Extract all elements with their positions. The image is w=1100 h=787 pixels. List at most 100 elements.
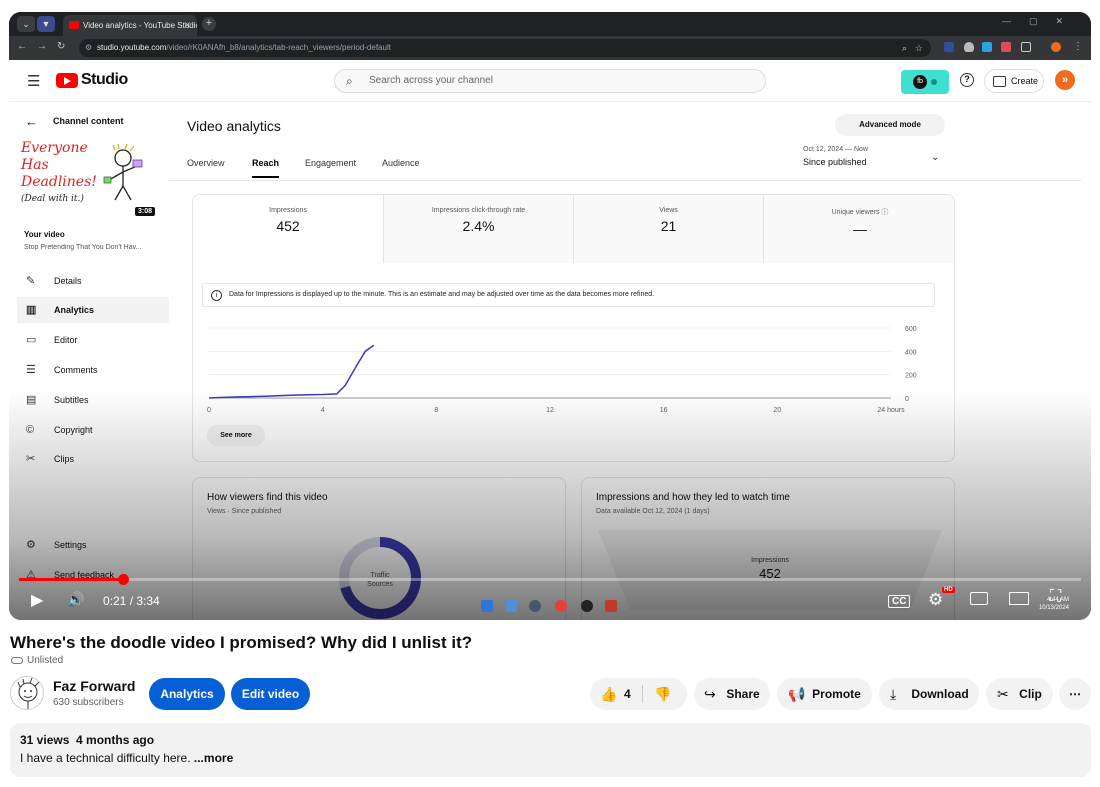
stick-figure-icon <box>103 144 143 201</box>
reload-icon[interactable]: ↻ <box>57 41 65 52</box>
sidebar-item-copyright[interactable]: © Copyright <box>17 417 169 443</box>
close-tab-icon[interactable]: ✕ <box>183 15 191 36</box>
more-actions-button[interactable]: ⋯ <box>1059 678 1091 710</box>
video-player[interactable]: ⌄ ▼ Video analytics - YouTube Studio ✕ +… <box>9 12 1091 620</box>
metric-value: 21 <box>660 218 677 234</box>
scissors-icon: ✂ <box>997 686 1009 702</box>
metric-label-text: Unique viewers <box>831 209 880 216</box>
settings-gear-icon[interactable]: ⚙ <box>928 590 943 610</box>
metric-unique-viewers[interactable]: Unique viewers ⓘ — <box>764 195 954 263</box>
sidebar-item-label: Analytics <box>54 305 95 315</box>
channel-name[interactable]: Faz Forward <box>53 678 135 694</box>
download-button[interactable]: ⤓ Download <box>879 678 979 710</box>
tab-audience[interactable]: Audience <box>382 158 420 176</box>
funnel-label: Impressions <box>751 557 789 564</box>
create-button[interactable]: Create <box>984 69 1044 93</box>
share-button[interactable]: ↪ Share <box>694 678 770 710</box>
site-info-icon[interactable]: ⚙ <box>85 39 92 57</box>
date-range-selector[interactable]: Since published <box>803 157 867 167</box>
sidebar-item-label: Copyright <box>54 425 93 435</box>
captions-icon[interactable]: CC <box>888 595 911 608</box>
description-box[interactable]: 31 views 4 months ago I have a technical… <box>10 723 1091 777</box>
download-label: Download <box>911 687 969 701</box>
address-bar[interactable]: ⚙ studio.youtube.com/video/rK0ANAfh_b8/a… <box>79 39 931 57</box>
view-count: 31 views <box>20 733 70 747</box>
sidebar-item-editor[interactable]: ▭ Editor <box>17 327 169 353</box>
feedback-icon: ⚠ <box>26 569 36 581</box>
sidebar-item-clips[interactable]: ✂ Clips <box>17 446 169 472</box>
subscriber-count: 630 subscribers <box>53 697 124 708</box>
clip-button[interactable]: ✂ Clip <box>986 678 1053 710</box>
analytics-icon: ▥ <box>26 304 37 316</box>
scrubber-handle[interactable] <box>118 574 130 585</box>
zoom-icon[interactable]: ⌕ <box>902 39 907 57</box>
bookmark-star-icon[interactable]: ☆ <box>915 39 923 57</box>
like-button[interactable]: 👍 <box>600 678 617 710</box>
extension-icon[interactable]: ▼ <box>37 16 55 32</box>
edit-video-button[interactable]: Edit video <box>231 678 310 710</box>
progress-bar-played <box>19 578 124 581</box>
forward-icon[interactable]: → <box>37 41 47 52</box>
chevron-down-icon[interactable]: ⌄ <box>931 152 939 163</box>
impressions-notice: i Data for Impressions is displayed up t… <box>202 283 935 307</box>
back-arrow-icon[interactable]: ← <box>25 114 38 129</box>
pocket-icon[interactable] <box>1001 42 1011 52</box>
channel-content-link[interactable]: Channel content <box>53 116 124 126</box>
sidebar-item-analytics[interactable]: ▥ Analytics <box>17 297 169 323</box>
tab-engagement[interactable]: Engagement <box>305 158 356 176</box>
show-more-link[interactable]: ...more <box>194 751 233 765</box>
browser-menu-icon[interactable]: ⋮ <box>1073 41 1083 52</box>
metric-label: Unique viewers ⓘ <box>764 207 954 217</box>
studio-logo-text[interactable]: Studio <box>81 71 128 89</box>
like-divider <box>642 685 643 703</box>
profile-icon[interactable] <box>1051 42 1061 52</box>
thumbnail-duration: 3:08 <box>134 207 155 216</box>
traffic-sources-donut[interactable]: Traffic Sources <box>330 528 430 620</box>
menu-icon[interactable]: ☰ <box>27 72 40 90</box>
impressions-line-chart[interactable]: 600 400 200 0 0 4 8 12 16 20 24 hours <box>201 320 941 420</box>
theater-mode-icon[interactable] <box>1009 592 1029 605</box>
sidebar-item-settings[interactable]: ⚙ Settings <box>17 532 169 558</box>
promote-button[interactable]: 📢 Promote <box>777 678 872 710</box>
video-thumbnail[interactable]: Everyone Has Deadlines! (Deal with it.) <box>21 140 155 218</box>
clip-label: Clip <box>1019 687 1042 701</box>
metric-views[interactable]: Views 21 <box>574 195 764 263</box>
browser-tab[interactable]: Video analytics - YouTube Studio ✕ <box>63 15 197 36</box>
advanced-mode-button[interactable]: Advanced mode <box>835 114 945 136</box>
x-tick-label: 20 <box>773 407 781 414</box>
extension-pill[interactable]: fb <box>901 70 949 94</box>
dislike-button[interactable]: 👎 <box>654 678 671 710</box>
studio-search-input[interactable]: ⌕ Search across your channel <box>334 69 766 93</box>
back-icon[interactable]: ← <box>17 41 27 52</box>
extensions-puzzle-icon[interactable] <box>1021 42 1031 52</box>
description-text: I have a technical difficulty here. ...m… <box>20 751 233 765</box>
analytics-button[interactable]: Analytics <box>149 678 225 710</box>
windows-start-icon <box>481 600 493 612</box>
miniplayer-icon[interactable] <box>970 592 988 605</box>
extension-b-icon[interactable] <box>982 42 992 52</box>
tab-search-icon[interactable]: ⌄ <box>17 16 35 32</box>
megaphone-icon: 📢 <box>788 686 806 702</box>
sidebar-item-comments[interactable]: ☰ Comments <box>17 357 169 383</box>
see-more-button[interactable]: See more <box>207 425 265 446</box>
sidebar-item-details[interactable]: ✎ Details <box>17 268 169 294</box>
play-icon[interactable]: ▶ <box>31 590 43 610</box>
progress-bar[interactable] <box>19 578 1081 581</box>
metric-ctr[interactable]: Impressions click-through rate 2.4% <box>384 195 574 263</box>
account-avatar[interactable]: » <box>1055 70 1075 90</box>
tab-overview[interactable]: Overview <box>187 158 225 176</box>
fullscreen-icon[interactable]: ⛶ <box>1050 588 1061 606</box>
extension-a-icon[interactable] <box>944 42 954 52</box>
browser-tab-strip: ⌄ ▼ Video analytics - YouTube Studio ✕ +… <box>9 12 1091 36</box>
help-icon[interactable]: ? <box>960 73 974 87</box>
shield-icon[interactable] <box>964 42 974 52</box>
new-tab-icon[interactable]: + <box>202 17 216 31</box>
window-controls[interactable]: —▢✕ <box>1002 16 1081 27</box>
sidebar-item-subtitles[interactable]: ▤ Subtitles <box>17 387 169 413</box>
tab-reach[interactable]: Reach <box>252 158 280 178</box>
volume-icon[interactable]: 🔊 <box>67 591 84 608</box>
metric-impressions[interactable]: Impressions 452 <box>193 195 384 263</box>
youtube-logo-icon[interactable] <box>56 73 78 88</box>
channel-avatar[interactable] <box>10 676 44 710</box>
sidebar-item-feedback[interactable]: ⚠ Send feedback <box>17 562 169 588</box>
